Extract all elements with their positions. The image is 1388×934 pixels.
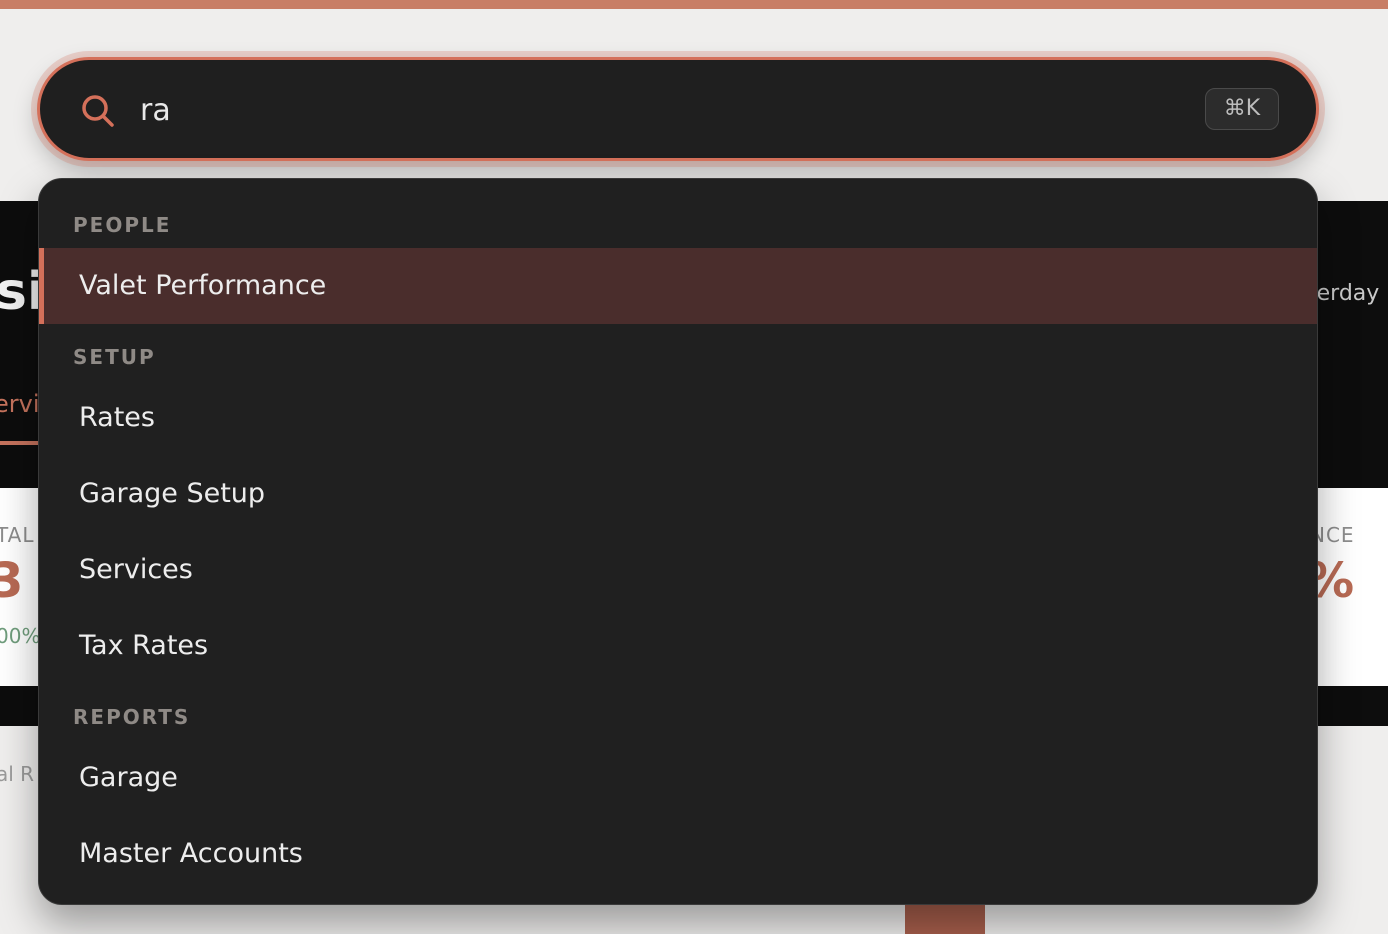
section-label-setup: SETUP bbox=[73, 345, 156, 369]
keyboard-shortcut-badge: ⌘K bbox=[1205, 88, 1279, 130]
command-search-bar[interactable]: ⌘K bbox=[37, 57, 1319, 161]
section-label-reports: REPORTS bbox=[73, 705, 191, 729]
result-item-master-accounts[interactable]: Master Accounts bbox=[39, 816, 1317, 892]
result-item-valet-performance[interactable]: Valet Performance bbox=[39, 248, 1317, 324]
top-accent-bar bbox=[0, 0, 1388, 9]
background-chart-bar bbox=[905, 904, 985, 934]
result-item-services[interactable]: Services bbox=[39, 532, 1317, 608]
background-tab[interactable]: ervi bbox=[0, 390, 40, 418]
search-input[interactable] bbox=[140, 86, 1140, 136]
background-stat-change: 00% bbox=[0, 624, 41, 648]
result-item-garage[interactable]: Garage bbox=[39, 740, 1317, 816]
result-item-garage-setup[interactable]: Garage Setup bbox=[39, 456, 1317, 532]
search-results-dropdown: PEOPLE Valet Performance SETUP Rates Gar… bbox=[38, 178, 1318, 905]
background-section-title: al R bbox=[0, 762, 35, 786]
section-label-people: PEOPLE bbox=[73, 213, 172, 237]
background-date-filter[interactable]: terday bbox=[1308, 281, 1379, 306]
background-stat-value: 3 bbox=[0, 553, 24, 609]
result-item-tax-rates[interactable]: Tax Rates bbox=[39, 608, 1317, 684]
result-item-rates[interactable]: Rates bbox=[39, 380, 1317, 456]
background-stat-label: TAL bbox=[0, 523, 35, 547]
background-tab-underline bbox=[0, 441, 40, 445]
search-icon bbox=[82, 95, 114, 127]
